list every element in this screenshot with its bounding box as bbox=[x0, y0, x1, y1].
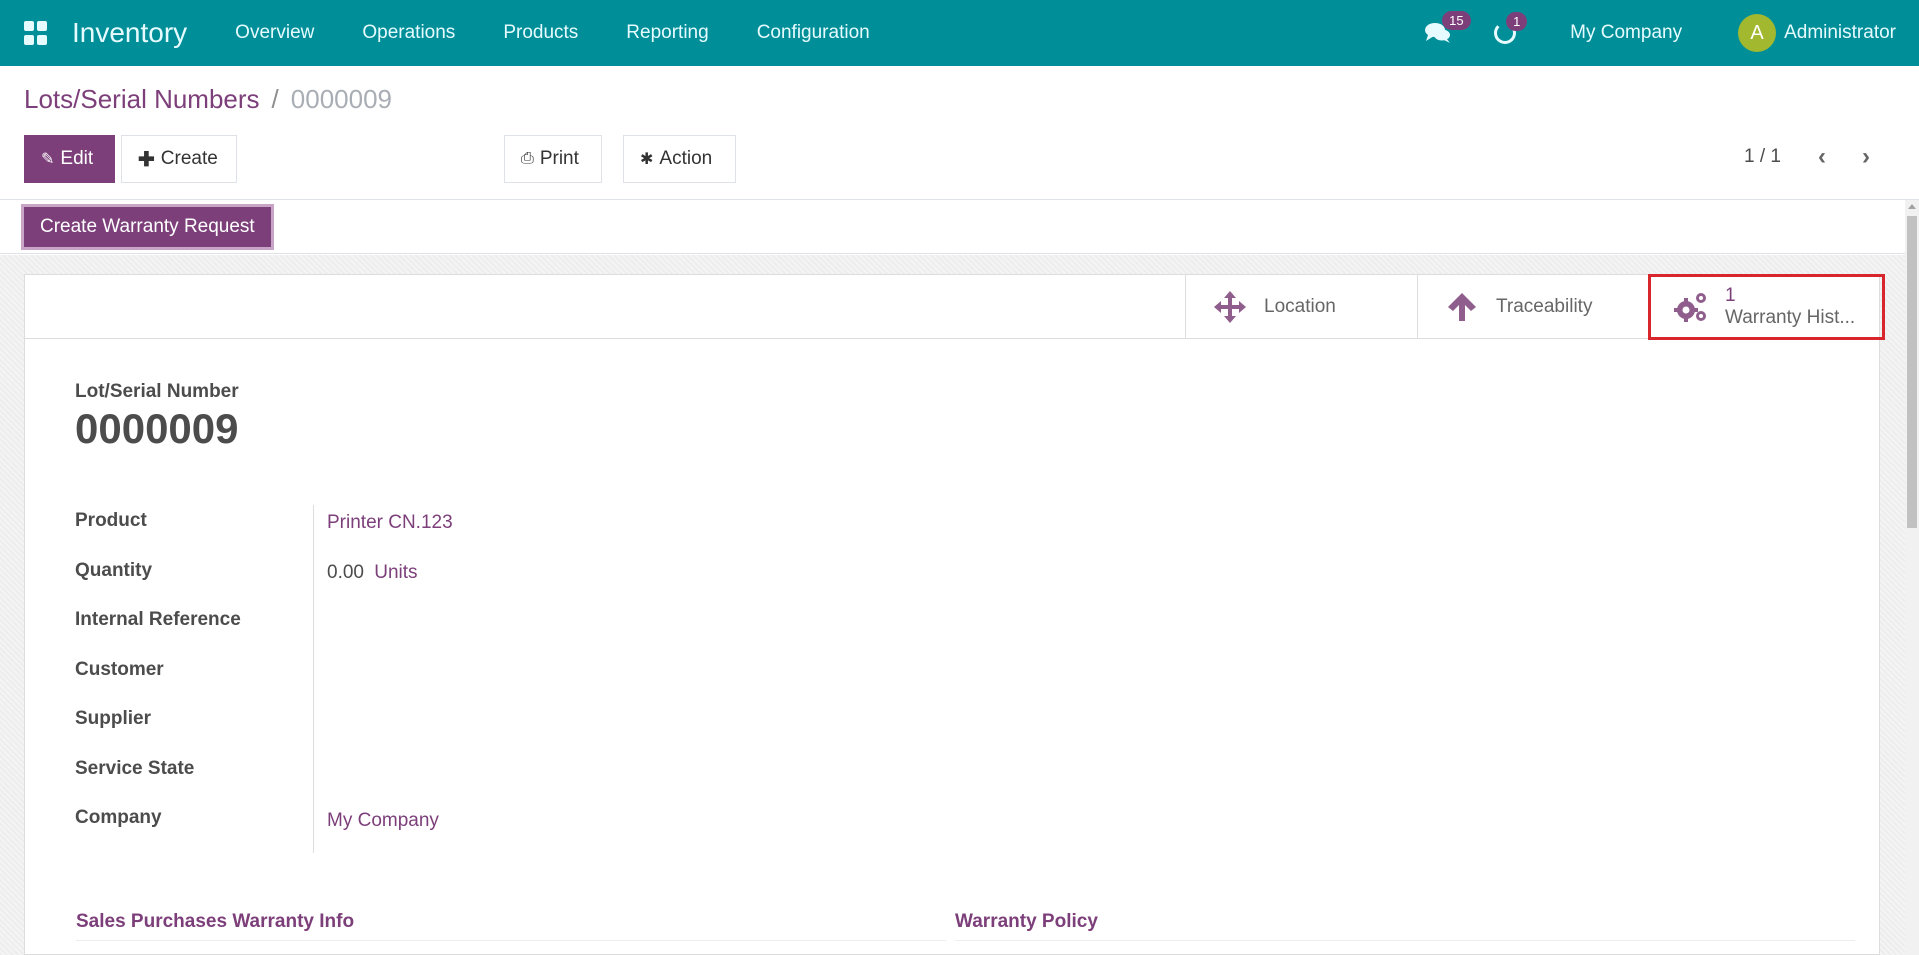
menu-products[interactable]: Products bbox=[479, 22, 602, 44]
messages-button[interactable]: 15 bbox=[1424, 11, 1471, 45]
location-label: Location bbox=[1264, 296, 1336, 317]
printer-icon: ⎙ bbox=[521, 150, 534, 167]
scroll-thumb[interactable] bbox=[1907, 216, 1917, 528]
pager-value: 1 / 1 bbox=[1744, 146, 1781, 167]
product-value[interactable]: Printer CN.123 bbox=[327, 512, 453, 534]
warranty-history-content: 1 Warranty Hist... bbox=[1725, 285, 1855, 329]
company-label: Company bbox=[75, 807, 162, 828]
quantity-unit[interactable]: Units bbox=[374, 562, 417, 583]
form-sheet: Location Traceability 1 Warranty Hist...… bbox=[24, 274, 1885, 955]
app-name[interactable]: Inventory bbox=[72, 17, 187, 49]
print-button[interactable]: ⎙ Print bbox=[504, 135, 602, 183]
action-label: Action bbox=[659, 148, 713, 169]
vertical-scrollbar[interactable] bbox=[1905, 200, 1919, 955]
pager-previous-button[interactable]: ‹ bbox=[1818, 143, 1826, 171]
smart-button-box: Location Traceability 1 Warranty Hist... bbox=[25, 274, 1885, 340]
top-navbar: Inventory Overview Operations Products R… bbox=[0, 0, 1919, 66]
pencil-icon: ✎ bbox=[41, 151, 55, 168]
internal-reference-label: Internal Reference bbox=[75, 609, 241, 630]
sales-purchases-warranty-section: Sales Purchases Warranty Info bbox=[76, 911, 355, 932]
breadcrumb-current: 0000009 bbox=[290, 84, 393, 114]
company-value[interactable]: My Company bbox=[327, 810, 439, 832]
company-switcher[interactable]: My Company bbox=[1570, 22, 1682, 44]
field-divider bbox=[313, 505, 314, 853]
quantity-number: 0.00 bbox=[327, 562, 364, 583]
quantity-value: 0.00 Units bbox=[327, 562, 418, 584]
lot-serial-label: Lot/Serial Number bbox=[75, 381, 239, 402]
section-separator bbox=[76, 940, 946, 941]
warranty-history-count: 1 bbox=[1725, 285, 1736, 307]
create-label: Create bbox=[160, 148, 218, 169]
action-button[interactable]: ✱ Action bbox=[623, 135, 736, 183]
create-button[interactable]: ✚ Create bbox=[121, 135, 237, 183]
gear-icon: ✱ bbox=[640, 151, 654, 168]
scroll-up-icon[interactable] bbox=[1908, 204, 1916, 209]
warranty-history-smart-button[interactable]: 1 Warranty Hist... bbox=[1648, 274, 1885, 340]
warranty-policy-section: Warranty Policy bbox=[955, 911, 1098, 932]
form-statusbar: Create Warranty Request bbox=[0, 200, 1905, 254]
main-menu: Overview Operations Products Reporting C… bbox=[211, 22, 894, 44]
avatar[interactable]: A bbox=[1738, 14, 1777, 52]
arrows-move-icon bbox=[1214, 291, 1246, 323]
activities-badge: 1 bbox=[1506, 12, 1528, 31]
systray: 15 1 My Company A Administrator bbox=[1424, 0, 1919, 66]
apps-menu-icon[interactable] bbox=[24, 21, 48, 45]
plus-icon: ✚ bbox=[138, 148, 155, 171]
section-separator bbox=[955, 940, 1855, 941]
gears-icon bbox=[1674, 293, 1706, 322]
product-label: Product bbox=[75, 510, 147, 531]
breadcrumb-parent[interactable]: Lots/Serial Numbers bbox=[24, 84, 260, 115]
menu-reporting[interactable]: Reporting bbox=[602, 22, 732, 44]
print-label: Print bbox=[539, 148, 579, 169]
user-menu[interactable]: Administrator bbox=[1784, 22, 1896, 44]
menu-configuration[interactable]: Configuration bbox=[733, 22, 894, 44]
edit-button[interactable]: ✎ Edit bbox=[24, 135, 115, 183]
customer-label: Customer bbox=[75, 659, 164, 680]
location-smart-button[interactable]: Location bbox=[1185, 275, 1417, 339]
lot-serial-value: 0000009 bbox=[75, 405, 239, 452]
edit-label: Edit bbox=[60, 148, 94, 169]
service-state-label: Service State bbox=[75, 758, 195, 779]
arrow-up-icon bbox=[1448, 293, 1476, 321]
activities-button[interactable]: 1 bbox=[1494, 12, 1528, 44]
traceability-label: Traceability bbox=[1496, 296, 1593, 317]
warranty-history-label: Warranty Hist... bbox=[1725, 307, 1856, 328]
breadcrumb-separator: / bbox=[271, 84, 279, 114]
messages-badge: 15 bbox=[1442, 11, 1471, 30]
breadcrumb: Lots/Serial Numbers / 0000009 bbox=[24, 84, 392, 115]
menu-operations[interactable]: Operations bbox=[338, 22, 479, 44]
menu-overview[interactable]: Overview bbox=[211, 22, 338, 44]
quantity-label: Quantity bbox=[75, 560, 153, 581]
supplier-label: Supplier bbox=[75, 708, 152, 729]
traceability-smart-button[interactable]: Traceability bbox=[1417, 275, 1649, 339]
create-warranty-request-button[interactable]: Create Warranty Request bbox=[21, 204, 274, 250]
pager-next-button[interactable]: › bbox=[1862, 143, 1870, 171]
